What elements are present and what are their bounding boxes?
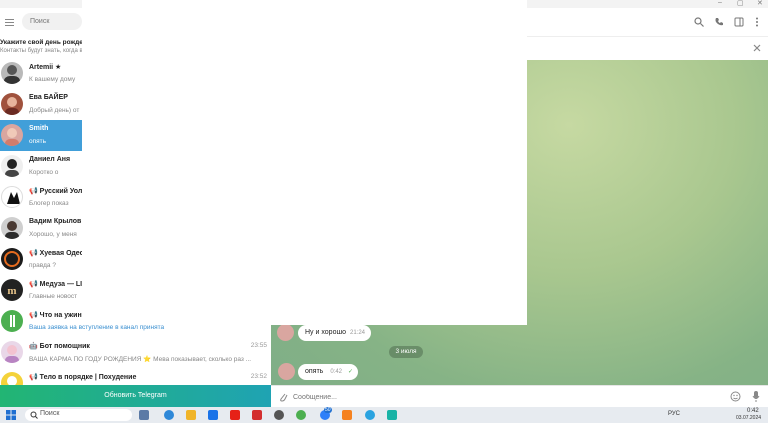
search-box[interactable] bbox=[22, 13, 82, 30]
file-explorer-icon[interactable] bbox=[186, 410, 196, 420]
svg-text:m: m bbox=[7, 285, 16, 297]
notification-badge: 50 bbox=[324, 407, 332, 413]
telegram-icon[interactable] bbox=[365, 410, 375, 420]
chat-name: Artemii ★ bbox=[29, 64, 62, 71]
pinned-bar bbox=[527, 36, 768, 60]
store-icon[interactable] bbox=[208, 410, 218, 420]
read-check-icon: ✓ bbox=[347, 369, 353, 375]
avatar bbox=[1, 62, 23, 84]
chat-time: 23:52 bbox=[250, 373, 267, 380]
windows-start-icon[interactable] bbox=[6, 410, 16, 420]
avatar bbox=[1, 155, 23, 177]
pdf-icon[interactable] bbox=[252, 410, 262, 420]
close-window-button[interactable]: ✕ bbox=[757, 0, 763, 7]
chat-preview: ВАША КАРМА ПО ГОДУ РОЖДЕНИЯ ⭐ Мева показ… bbox=[29, 356, 252, 363]
message-bubble[interactable]: опять 0:42 ✓ bbox=[298, 364, 358, 380]
attach-icon[interactable] bbox=[278, 391, 288, 403]
minimize-button[interactable]: – bbox=[718, 0, 722, 6]
avatar bbox=[1, 124, 23, 146]
more-icon[interactable] bbox=[755, 17, 759, 27]
message-time: 21:24 bbox=[349, 330, 365, 336]
sidebar-toggle-icon[interactable] bbox=[734, 17, 744, 27]
avatar bbox=[1, 372, 23, 385]
chat-preview: Блогер показ bbox=[29, 200, 69, 207]
avatar bbox=[1, 341, 23, 363]
clock-date[interactable]: 03.07.2024 bbox=[736, 415, 761, 421]
taskbar-search-label: Поиск bbox=[40, 410, 60, 417]
menu-icon[interactable] bbox=[5, 19, 14, 20]
chat-item-body[interactable]: 📢 Тело в порядке | Похудение 23:52 bbox=[0, 368, 271, 385]
chat-item-bot-helper[interactable]: 🤖 Бот помощник ВАША КАРМА ПО ГОДУ РОЖДЕН… bbox=[0, 337, 271, 368]
chat-name: 📢 Хуевая Одесс bbox=[29, 250, 88, 257]
overlay-panel bbox=[82, 0, 527, 325]
birthday-title: Укажите свой день рожде bbox=[0, 39, 82, 46]
task-view-icon[interactable] bbox=[139, 410, 149, 420]
chat-item-smith[interactable]: Smith опять bbox=[0, 120, 82, 151]
clock-time[interactable]: 0:42 bbox=[747, 408, 759, 414]
search-input[interactable] bbox=[22, 13, 82, 30]
app-icon[interactable] bbox=[387, 410, 397, 420]
update-label: Обновить Telegram bbox=[104, 392, 167, 399]
message-text: опять bbox=[305, 368, 324, 375]
message-composer bbox=[271, 385, 768, 407]
taskbar-search[interactable]: Поиск bbox=[25, 409, 132, 421]
chat-name: 📢 Русский Уолл bbox=[29, 188, 87, 195]
message-input[interactable] bbox=[293, 389, 713, 405]
chat-name: 📢 Медуза — LIV bbox=[29, 281, 87, 288]
message-text: Ну и хорошо bbox=[305, 329, 346, 336]
chat-preview: Хорошо, у меня bbox=[29, 231, 77, 238]
avatar bbox=[1, 93, 23, 115]
avatar bbox=[1, 217, 23, 239]
chat-preview: правда ? bbox=[29, 262, 56, 269]
avatar: m bbox=[1, 279, 23, 301]
birthday-banner[interactable]: Укажите свой день рожде Контакты будут з… bbox=[0, 38, 82, 56]
chrome-icon[interactable] bbox=[296, 410, 306, 420]
windows-taskbar: Поиск 50 РУС 0:42 03.07.2024 bbox=[0, 407, 768, 423]
avatar bbox=[1, 186, 23, 208]
emoji-icon[interactable] bbox=[730, 391, 741, 402]
chat-header bbox=[527, 8, 768, 36]
avatar bbox=[1, 248, 23, 270]
chat-name: Вадим Крылов bbox=[29, 218, 82, 225]
avatar bbox=[277, 324, 294, 341]
birthday-subtitle: Контакты будут знать, когда в bbox=[0, 48, 82, 54]
app-icon[interactable] bbox=[274, 410, 284, 420]
chat-name: Smith bbox=[29, 125, 49, 132]
chat-time: 23:55 bbox=[250, 342, 267, 349]
chat-name: Даниел Аня bbox=[29, 156, 71, 163]
search-icon[interactable] bbox=[694, 17, 704, 27]
maximize-button[interactable]: ▢ bbox=[737, 0, 744, 7]
chat-preview: Ваша заявка на вступление в канал принят… bbox=[29, 324, 165, 331]
chat-preview: Главные новост bbox=[29, 293, 78, 300]
message-bubble[interactable]: Ну и хорошо 21:24 bbox=[298, 325, 371, 341]
chat-preview: К вашему дому bbox=[29, 76, 76, 83]
microphone-icon[interactable] bbox=[752, 390, 760, 403]
chat-name: Ева БАЙЕР bbox=[29, 94, 68, 101]
date-chip: 3 июля bbox=[389, 346, 423, 358]
edge-icon[interactable] bbox=[164, 410, 174, 420]
language-indicator[interactable]: РУС bbox=[668, 411, 680, 417]
search-icon bbox=[30, 411, 38, 419]
close-icon[interactable] bbox=[753, 44, 761, 52]
call-icon[interactable] bbox=[714, 17, 724, 27]
message-time: 0:42 bbox=[330, 369, 342, 375]
update-telegram-button[interactable]: Обновить Telegram bbox=[0, 385, 271, 407]
chat-preview: опять bbox=[29, 138, 47, 145]
avatar bbox=[1, 310, 23, 332]
chat-preview: Коротко о bbox=[29, 169, 59, 176]
youtube-icon[interactable] bbox=[230, 410, 240, 420]
chat-name: 📢 Что на ужин? bbox=[29, 312, 86, 319]
chat-preview: Добрый день) от bbox=[29, 107, 80, 114]
chat-name: 🤖 Бот помощник bbox=[29, 343, 90, 350]
avatar bbox=[278, 363, 295, 380]
chat-name: 📢 Тело в порядке | Похудение bbox=[29, 374, 137, 381]
app-icon[interactable] bbox=[342, 410, 352, 420]
